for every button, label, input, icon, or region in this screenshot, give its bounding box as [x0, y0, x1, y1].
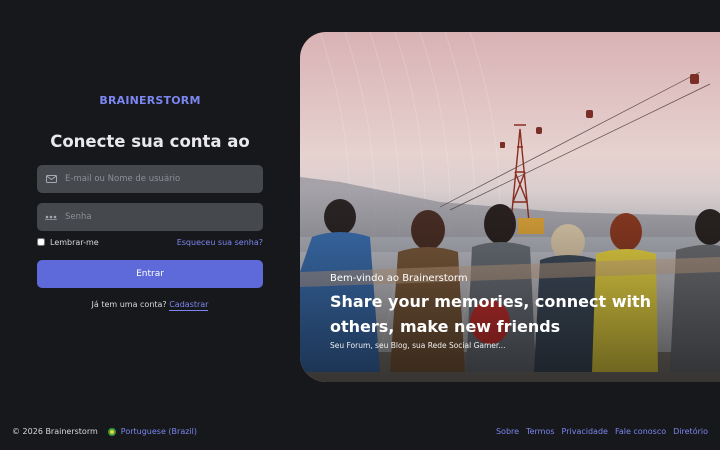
- footer-link-privacidade[interactable]: Privacidade: [562, 427, 608, 436]
- remember-row: Lembrar-me Esqueceu sua senha?: [37, 235, 263, 249]
- remember-checkbox[interactable]: [37, 238, 45, 246]
- footer-link-fale-conosco[interactable]: Fale conosco: [615, 427, 666, 436]
- remember-me[interactable]: Lembrar-me: [37, 238, 99, 247]
- email-field[interactable]: [37, 165, 263, 193]
- envelope-icon: [37, 175, 65, 183]
- footer-left: © 2026 Brainerstorm Portuguese (Brazil): [12, 427, 197, 436]
- language-selector[interactable]: Portuguese (Brazil): [107, 427, 197, 436]
- password-input[interactable]: [65, 203, 263, 231]
- password-dots-icon: [37, 214, 65, 220]
- language-label: Portuguese (Brazil): [120, 427, 197, 436]
- footer-link-termos[interactable]: Termos: [526, 427, 554, 436]
- hero-panel: Bem-vindo ao Brainerstorm Share your mem…: [300, 32, 720, 382]
- copyright: © 2026 Brainerstorm: [12, 427, 98, 436]
- hero-subtitle: Seu Forum, seu Blog, sua Rede Social Gam…: [330, 341, 506, 350]
- footer-links: Sobre Termos Privacidade Fale conosco Di…: [496, 427, 708, 436]
- hero-welcome: Bem-vindo ao Brainerstorm: [330, 273, 468, 284]
- signup-link[interactable]: Cadastrar: [169, 300, 209, 311]
- signup-prompt: Já tem uma conta? Cadastrar: [37, 300, 263, 311]
- email-input[interactable]: [65, 165, 263, 193]
- signup-prompt-text: Já tem uma conta?: [91, 300, 167, 309]
- footer-link-sobre[interactable]: Sobre: [496, 427, 519, 436]
- password-field[interactable]: [37, 203, 263, 231]
- footer-link-diretorio[interactable]: Diretório: [673, 427, 708, 436]
- remember-label: Lembrar-me: [50, 237, 99, 247]
- hero-tagline: Share your memories, connect with others…: [330, 292, 651, 336]
- forgot-password-link[interactable]: Esqueceu sua senha?: [177, 238, 263, 247]
- brand-logo: BRAINERSTORM: [99, 94, 201, 107]
- brazil-flag-icon: [107, 427, 116, 436]
- login-headline: Conecte sua conta ao: [50, 132, 250, 151]
- login-button[interactable]: Entrar: [37, 260, 263, 288]
